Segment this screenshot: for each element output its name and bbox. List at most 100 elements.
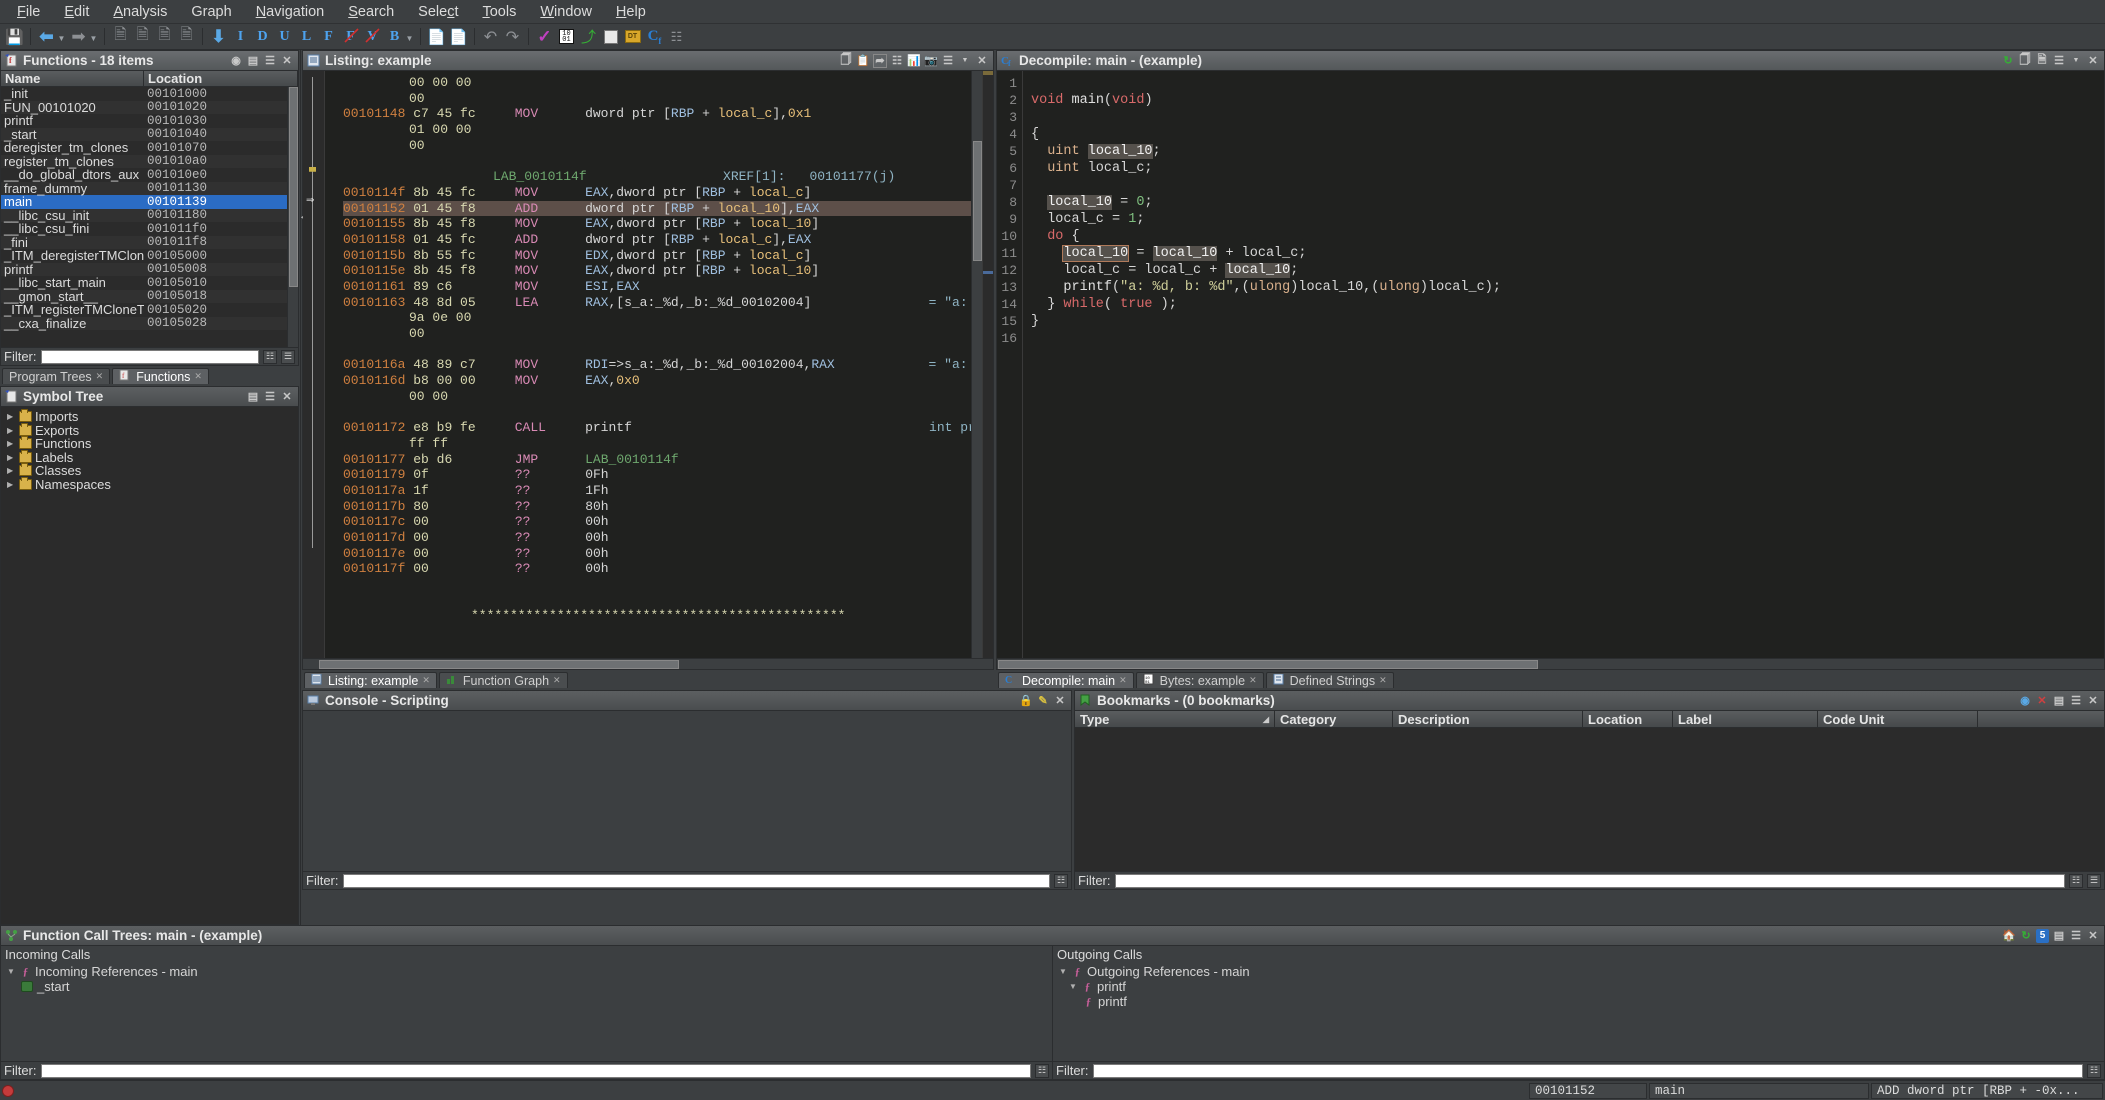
listing-instruction-line[interactable]: 0010117a 1f?? 1Fh: [343, 483, 993, 499]
decompiler-icon[interactable]: Cf: [644, 26, 665, 47]
bookmarks-filter-input[interactable]: [1114, 873, 2065, 888]
listing-bytes-line[interactable]: 00 00 00: [343, 75, 993, 91]
listing-instruction-line[interactable]: 00101158 01 45 fc ADD dword ptr [RBP + loc…: [343, 232, 993, 248]
chevron-right-icon[interactable]: ▶: [7, 466, 16, 475]
chevron-right-icon[interactable]: ▶: [7, 426, 16, 435]
tab-function-graph[interactable]: Function Graph ✕: [438, 672, 568, 688]
listing-menu-icon[interactable]: ☰: [941, 54, 955, 68]
tab-listing-example[interactable]: Listing: example ✕: [304, 672, 437, 688]
table-row[interactable]: register_tm_clones 001010a0: [1, 154, 298, 169]
symbol-tree-close-icon[interactable]: ✕: [280, 390, 294, 404]
tab-bytes-close-icon[interactable]: ✕: [1249, 675, 1257, 686]
call-trees-menu-icon[interactable]: ☰: [2069, 929, 2083, 943]
menu-select[interactable]: Select: [407, 2, 469, 22]
chevron-right-icon[interactable]: ▶: [7, 439, 16, 448]
table-row[interactable]: __do_global_dtors_aux 001010e0: [1, 167, 298, 182]
incoming-filter-options-icon[interactable]: ☷: [1035, 1063, 1049, 1078]
listing-bytes-line[interactable]: 9a 0e 00: [343, 310, 993, 326]
listing-snapshot-icon[interactable]: 📷: [924, 54, 938, 68]
tab-decompile-main[interactable]: C Decompile: main ✕: [998, 672, 1134, 688]
decompile-line[interactable]: void main(void): [1031, 92, 2104, 109]
listing-instruction-line[interactable]: 0010117c 00?? 00h: [343, 514, 993, 530]
decompile-line[interactable]: {: [1031, 126, 2104, 143]
table-row[interactable]: _ITM_registerTMCloneTa...00105020: [1, 302, 298, 317]
toolbar-letter-b[interactable]: B: [384, 26, 405, 47]
toolbar-letter-l[interactable]: L: [296, 26, 317, 47]
listing-fields-icon[interactable]: ☷: [890, 54, 904, 68]
decompile-line[interactable]: local_10 = local_10 + local_c;: [1031, 245, 2104, 262]
console-lock-icon[interactable]: 🔒: [1019, 694, 1033, 708]
tab-functions-close-icon[interactable]: ✕: [194, 371, 202, 382]
bookmarks-col-type[interactable]: Type ◢: [1075, 711, 1275, 727]
menu-file[interactable]: File: [6, 2, 51, 22]
decompile-copy-icon[interactable]: 🗍: [2018, 54, 2032, 68]
tab-decompile-close-icon[interactable]: ✕: [1119, 675, 1127, 686]
toolbar-letter-f[interactable]: F: [318, 26, 339, 47]
chevron-right-icon[interactable]: ▶: [7, 453, 16, 462]
functions-col-location[interactable]: Location: [144, 71, 298, 86]
listing-vscrollbar[interactable]: [971, 71, 982, 658]
listing-bytes-line[interactable]: 00: [343, 326, 993, 342]
tab-program-trees-close-icon[interactable]: ✕: [96, 371, 104, 382]
incoming-child-row[interactable]: _start: [1, 979, 1052, 994]
table-row[interactable]: __libc_start_main 00105010: [1, 275, 298, 290]
menu-help[interactable]: Help: [605, 2, 657, 22]
chevron-right-icon[interactable]: ▶: [7, 480, 16, 489]
outgoing-root-row[interactable]: ▼ ƒ Outgoing References - main: [1053, 964, 2104, 979]
listing-instruction-line[interactable]: 00101155 8b 45 f8 MOV EAX,dword ptr [RBP +…: [343, 216, 993, 232]
functions-table-icon[interactable]: ▤: [246, 54, 260, 68]
listing-blank-line[interactable]: [343, 342, 993, 358]
listing-menu-caret-icon[interactable]: ▼: [958, 54, 972, 68]
diff-icon[interactable]: 📄: [426, 26, 447, 47]
call-trees-home-icon[interactable]: 🏠: [2002, 929, 2016, 943]
table-row[interactable]: __gmon_start__ 00105018: [1, 289, 298, 304]
functions-filter-options-icon[interactable]: ☷: [263, 349, 277, 364]
console-clear-icon[interactable]: ✎: [1036, 694, 1050, 708]
data-type-manager-icon[interactable]: DT: [622, 26, 643, 47]
toolbar-letter-v-strike-icon[interactable]: V: [362, 26, 383, 47]
listing-instruction-line[interactable]: 00101163 48 8d 05 LEA RAX,[s_a:_%d,_b:_%d_…: [343, 295, 993, 311]
import-down-icon[interactable]: 🗎: [110, 26, 131, 47]
listing-overview-bar[interactable]: [982, 71, 993, 658]
listing-instruction-line[interactable]: 0010115b 8b 55 fc MOV EDX,dword ptr [RBP +…: [343, 248, 993, 264]
table-row[interactable]: _fini 001011f8: [1, 235, 298, 250]
decompile-line[interactable]: local_c = 1;: [1031, 211, 2104, 228]
bookmarks-filter-options-icon[interactable]: ☷: [2069, 873, 2083, 888]
decompile-line[interactable]: }: [1031, 313, 2104, 330]
listing-bytes-line[interactable]: 00: [343, 138, 993, 154]
outgoing-child-row-0[interactable]: ▼ ƒ printf: [1053, 979, 2104, 994]
decompile-line[interactable]: local_c = local_c + local_10;: [1031, 262, 2104, 279]
decompile-menu-caret-icon[interactable]: ▼: [2069, 54, 2083, 68]
save-icon[interactable]: 💾: [4, 26, 25, 47]
decompile-line[interactable]: do {: [1031, 228, 2104, 245]
bookmarks-table-icon[interactable]: ▤: [2052, 694, 2066, 708]
menu-edit[interactable]: Edit: [53, 2, 100, 22]
table-row[interactable]: printf 00101030: [1, 113, 298, 128]
listing-instruction-line[interactable]: 0010115e 8b 45 f8 MOV EAX,dword ptr [RBP +…: [343, 263, 993, 279]
table-row[interactable]: _start 00101040: [1, 127, 298, 142]
left-center-splitter[interactable]: ↔: [299, 50, 310, 925]
listing-instruction-line[interactable]: 00101152 01 45 f8 ADD dword ptr [RBP + loc…: [343, 200, 993, 217]
table-row[interactable]: main 00101139: [1, 194, 298, 209]
call-tree-icon[interactable]: ☷: [666, 26, 687, 47]
table-row[interactable]: frame_dummy 00101130: [1, 181, 298, 196]
bookmarks-col-category[interactable]: Category: [1275, 711, 1393, 727]
listing-instruction-line[interactable]: 0010117b 80?? 80h: [343, 499, 993, 515]
listing-label-line[interactable]: LAB_0010114f XREF[1]: 00101177(j): [343, 169, 993, 185]
listing-view-icon[interactable]: [600, 26, 621, 47]
functions-filter-input[interactable]: [40, 349, 259, 364]
bookmarks-col-location[interactable]: Location: [1583, 711, 1673, 727]
decompile-code[interactable]: void main(void) { uint local_10; uint lo…: [1023, 71, 2104, 658]
menu-analysis[interactable]: Analysis: [102, 2, 178, 22]
table-row[interactable]: FUN_00101020 00101020: [1, 100, 298, 115]
chevron-right-icon[interactable]: ▶: [7, 412, 16, 421]
down-arrow-icon[interactable]: ⬇: [208, 26, 229, 47]
bookmarks-delete-icon[interactable]: ✕: [2035, 694, 2049, 708]
decompile-hscroll-thumb[interactable]: [998, 660, 1538, 669]
forward-dropdown-icon[interactable]: ▼: [90, 26, 99, 47]
bookmarks-col-code-unit[interactable]: Code Unit: [1818, 711, 1978, 727]
bookmarks-filter-clear-icon[interactable]: ☰: [2087, 873, 2101, 888]
incoming-root-row[interactable]: ▼ ƒ Incoming References - main: [1, 964, 1052, 979]
outgoing-filter-options-icon[interactable]: ☷: [2087, 1063, 2101, 1078]
tab-listing-close-icon[interactable]: ✕: [422, 675, 430, 686]
